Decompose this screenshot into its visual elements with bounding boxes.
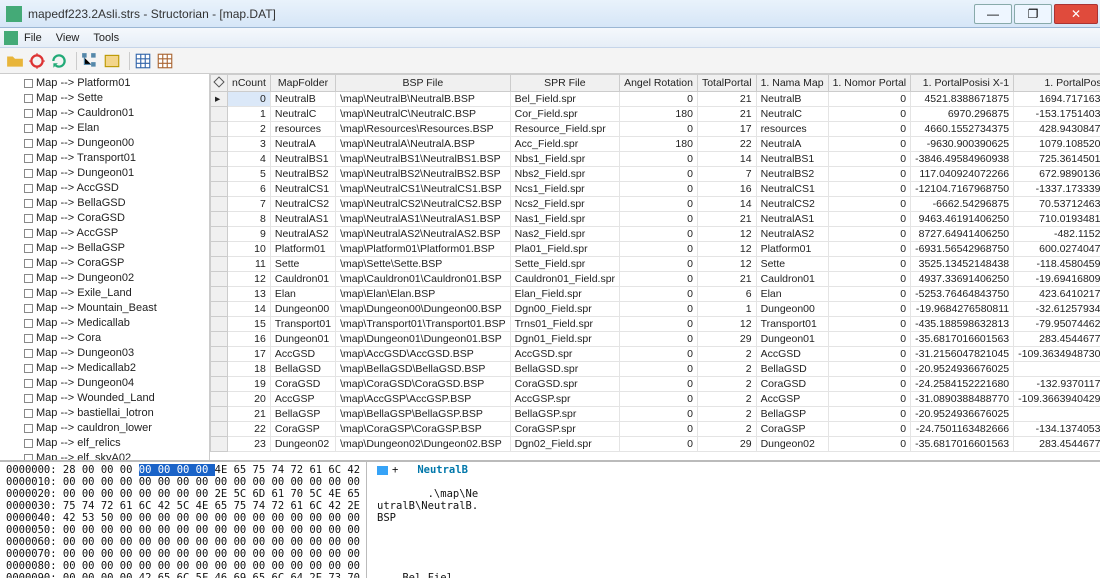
titlebar: mapedf223.2Asli.strs - Structorian - [ma… bbox=[0, 0, 1100, 28]
tree-item[interactable]: Map --> Dungeon04 bbox=[0, 376, 209, 391]
tree-item[interactable]: Map --> CoraGSD bbox=[0, 211, 209, 226]
col-header[interactable]: SPR File bbox=[510, 75, 619, 92]
table-row[interactable]: 15Transport01\map\Transport01\Transport0… bbox=[211, 317, 1100, 332]
grid2-icon[interactable] bbox=[156, 52, 174, 70]
table-row[interactable]: 5NeutralBS2\map\NeutralBS2\NeutralBS2.BS… bbox=[211, 167, 1100, 182]
hex-bytes[interactable]: 0000000: 28 00 00 00 00 00 00 00 4E 65 7… bbox=[0, 462, 366, 578]
tree-item[interactable]: Map --> Cauldron01 bbox=[0, 106, 209, 121]
col-header[interactable]: BSP File bbox=[336, 75, 511, 92]
data-grid[interactable]: nCountMapFolderBSP FileSPR FileAngel Rot… bbox=[210, 74, 1100, 452]
col-header[interactable]: MapFolder bbox=[270, 75, 335, 92]
minimize-button[interactable]: — bbox=[974, 4, 1012, 24]
table-row[interactable]: 8NeutralAS1\map\NeutralAS1\NeutralAS1.BS… bbox=[211, 212, 1100, 227]
table-row[interactable]: 20AccGSP\map\AccGSP\AccGSP.BSPAccGSP.spr… bbox=[211, 392, 1100, 407]
table-row[interactable]: 13Elan\map\Elan\Elan.BSPElan_Field.spr06… bbox=[211, 287, 1100, 302]
tree-item[interactable]: Map --> Sette bbox=[0, 91, 209, 106]
menubar: File View Tools bbox=[0, 28, 1100, 48]
target-icon[interactable] bbox=[28, 52, 46, 70]
tree-item[interactable]: Map --> Elan bbox=[0, 121, 209, 136]
tree-item[interactable]: Map --> Dungeon01 bbox=[0, 166, 209, 181]
table-row[interactable]: 18BellaGSD\map\BellaGSD\BellaGSD.BSPBell… bbox=[211, 362, 1100, 377]
tree-item[interactable]: Map --> Dungeon00 bbox=[0, 136, 209, 151]
tree-item[interactable]: Map --> Medicallab bbox=[0, 316, 209, 331]
table-row[interactable]: 9NeutralAS2\map\NeutralAS2\NeutralAS2.BS… bbox=[211, 227, 1100, 242]
maximize-button[interactable]: ❐ bbox=[1014, 4, 1052, 24]
table-row[interactable]: 3NeutralA\map\NeutralA\NeutralA.BSPAcc_F… bbox=[211, 137, 1100, 152]
table-row[interactable]: 12Cauldron01\map\Cauldron01\Cauldron01.B… bbox=[211, 272, 1100, 287]
tree-item[interactable]: Map --> Medicallab2 bbox=[0, 361, 209, 376]
tree-item[interactable]: Map --> Dungeon02 bbox=[0, 271, 209, 286]
tree-item[interactable]: Map --> BellaGSD bbox=[0, 196, 209, 211]
table-row[interactable]: 21BellaGSP\map\BellaGSP\BellaGSP.BSPBell… bbox=[211, 407, 1100, 422]
toolbar bbox=[0, 48, 1100, 74]
tree-item[interactable]: Map --> Platform01 bbox=[0, 76, 209, 91]
table-row[interactable]: 14Dungeon00\map\Dungeon00\Dungeon00.BSPD… bbox=[211, 302, 1100, 317]
tree-item[interactable]: Map --> Dungeon03 bbox=[0, 346, 209, 361]
tree-item[interactable]: Map --> Wounded_Land bbox=[0, 391, 209, 406]
tree-item[interactable]: Map --> CoraGSP bbox=[0, 256, 209, 271]
tree-item[interactable]: Map --> cauldron_lower bbox=[0, 421, 209, 436]
tree-item[interactable]: Map --> elf_skyA02 bbox=[0, 451, 209, 460]
grid1-icon[interactable] bbox=[134, 52, 152, 70]
refresh-icon[interactable] bbox=[50, 52, 68, 70]
hex-icon[interactable] bbox=[103, 52, 121, 70]
tree-item[interactable]: Map --> AccGSD bbox=[0, 181, 209, 196]
table-row[interactable]: 11Sette\map\Sette\Sette.BSPSette_Field.s… bbox=[211, 257, 1100, 272]
open-icon[interactable] bbox=[6, 52, 24, 70]
menu-tools[interactable]: Tools bbox=[93, 32, 119, 44]
table-row[interactable]: 22CoraGSP\map\CoraGSP\CoraGSP.BSPCoraGSP… bbox=[211, 422, 1100, 437]
window-title: mapedf223.2Asli.strs - Structorian - [ma… bbox=[28, 7, 974, 21]
tree-item[interactable]: Map --> AccGSP bbox=[0, 226, 209, 241]
hex-ascii: + NeutralB .\map\Ne utralB\NeutralB. BSP… bbox=[366, 462, 488, 578]
col-header[interactable]: Angel Rotation bbox=[620, 75, 698, 92]
table-row[interactable]: 7NeutralCS2\map\NeutralCS2\NeutralCS2.BS… bbox=[211, 197, 1100, 212]
col-header[interactable]: TotalPortal bbox=[697, 75, 756, 92]
diamond-icon bbox=[213, 76, 224, 87]
table-row[interactable]: 6NeutralCS1\map\NeutralCS1\NeutralCS1.BS… bbox=[211, 182, 1100, 197]
menu-file[interactable]: File bbox=[24, 32, 42, 44]
app-icon bbox=[6, 6, 22, 22]
table-row[interactable]: 1NeutralC\map\NeutralC\NeutralC.BSPCor_F… bbox=[211, 107, 1100, 122]
tree-item[interactable]: Map --> Cora bbox=[0, 331, 209, 346]
tree-item[interactable]: Map --> elf_relics bbox=[0, 436, 209, 451]
tree-panel[interactable]: Map --> Platform01Map --> SetteMap --> C… bbox=[0, 74, 210, 460]
col-header[interactable]: 1. PortalPosisi Y-1 bbox=[1014, 75, 1100, 92]
table-row[interactable]: 10Platform01\map\Platform01\Platform01.B… bbox=[211, 242, 1100, 257]
col-header[interactable]: 1. Nomor Portal bbox=[828, 75, 911, 92]
tree-item[interactable]: Map --> Exile_Land bbox=[0, 286, 209, 301]
table-row[interactable]: 16Dungeon01\map\Dungeon01\Dungeon01.BSPD… bbox=[211, 332, 1100, 347]
tree-item[interactable]: Map --> bastiellai_lotron bbox=[0, 406, 209, 421]
table-row[interactable]: 17AccGSD\map\AccGSD\AccGSD.BSPAccGSD.spr… bbox=[211, 347, 1100, 362]
tree-item[interactable]: Map --> Transport01 bbox=[0, 151, 209, 166]
col-header[interactable]: 1. Nama Map bbox=[756, 75, 828, 92]
tree-item[interactable]: Map --> Mountain_Beast bbox=[0, 301, 209, 316]
tree-item[interactable]: Map --> BellaGSP bbox=[0, 241, 209, 256]
close-button[interactable]: ✕ bbox=[1054, 4, 1098, 24]
table-row[interactable]: ▸0NeutralB\map\NeutralB\NeutralB.BSPBel_… bbox=[211, 92, 1100, 107]
col-header[interactable]: nCount bbox=[228, 75, 271, 92]
app-menu-icon[interactable] bbox=[4, 31, 18, 45]
grid-panel[interactable]: nCountMapFolderBSP FileSPR FileAngel Rot… bbox=[210, 74, 1100, 460]
hex-panel: 0000000: 28 00 00 00 00 00 00 00 4E 65 7… bbox=[0, 460, 1100, 578]
table-row[interactable]: 19CoraGSD\map\CoraGSD\CoraGSD.BSPCoraGSD… bbox=[211, 377, 1100, 392]
menu-view[interactable]: View bbox=[56, 32, 80, 44]
table-row[interactable]: 23Dungeon02\map\Dungeon02\Dungeon02.BSPD… bbox=[211, 437, 1100, 452]
col-header[interactable]: 1. PortalPosisi X-1 bbox=[911, 75, 1014, 92]
table-row[interactable]: 4NeutralBS1\map\NeutralBS1\NeutralBS1.BS… bbox=[211, 152, 1100, 167]
tree-icon[interactable] bbox=[81, 52, 99, 70]
table-row[interactable]: 2resources\map\Resources\Resources.BSPRe… bbox=[211, 122, 1100, 137]
